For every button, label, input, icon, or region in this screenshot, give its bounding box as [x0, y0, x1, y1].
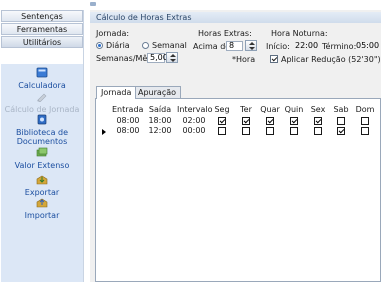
row2-quin-checkbox[interactable] — [290, 127, 298, 135]
semanas-mes-input[interactable]: 5,00 — [147, 53, 168, 63]
money-icon — [36, 147, 48, 157]
sidebar-item-valor-extenso[interactable]: Valor Extenso — [1, 147, 83, 170]
cell-intervalo[interactable]: 02:00 — [179, 116, 209, 126]
aplicar-reducao-checkbox[interactable] — [270, 55, 278, 63]
column-header-saida: Saída — [148, 105, 172, 114]
radio-semanal-label: Semanal — [152, 41, 187, 50]
export-icon — [36, 175, 48, 185]
tab-apuracao[interactable]: Apuração — [133, 86, 182, 98]
acima-de-input[interactable]: 8 — [226, 41, 243, 51]
sidebar: Sentenças Ferramentas Utilitários Calcul… — [1, 10, 84, 282]
acima-de-spinner[interactable] — [245, 40, 257, 51]
row1-seg-checkbox[interactable] — [218, 117, 226, 125]
calculator-icon — [36, 67, 48, 78]
sidebar-item-biblioteca[interactable]: Biblioteca de Documentos — [1, 114, 83, 146]
sidebar-item-exportar[interactable]: Exportar — [1, 174, 83, 197]
row2-seg-checkbox[interactable] — [218, 127, 226, 135]
sidebar-item-label: Exportar — [24, 188, 60, 197]
cell-entrada[interactable]: 08:00 — [114, 116, 142, 126]
semanas-mes-label: Semanas/Mês: — [96, 54, 155, 63]
termino-input[interactable]: 05:00 — [353, 41, 381, 51]
jornada-panel: Entrada Saída Intervalo Seg Ter Quar Qui… — [95, 98, 381, 282]
sidebar-item-label: Cálculo de Jornada — [4, 105, 80, 114]
pencil-icon — [37, 93, 47, 102]
semanas-mes-spinner[interactable] — [166, 52, 178, 63]
tab-jornada[interactable]: Jornada — [96, 86, 137, 99]
sidebar-item-label: Importar — [24, 211, 60, 220]
main-window: Cálculo de Horas Extras Jornada: Diária … — [90, 10, 381, 282]
cell-saida[interactable]: 12:00 — [147, 126, 173, 136]
row2-quar-checkbox[interactable] — [266, 127, 274, 135]
import-icon — [36, 198, 48, 208]
row1-sab-checkbox[interactable] — [337, 117, 345, 125]
row2-sex-checkbox[interactable] — [314, 127, 322, 135]
inicio-input[interactable]: 22:00 — [292, 41, 319, 51]
column-header-quar: Quar — [260, 105, 280, 114]
row2-ter-checkbox[interactable] — [242, 127, 250, 135]
sidebar-tab-utilitarios[interactable]: Utilitários — [1, 36, 83, 48]
current-row-indicator-icon — [102, 129, 106, 135]
column-header-intervalo: Intervalo — [177, 105, 213, 114]
row1-sex-checkbox[interactable] — [314, 117, 322, 125]
column-header-sab: Sab — [333, 105, 349, 114]
column-header-seg: Seg — [214, 105, 230, 114]
radio-diaria-label: Diária — [106, 41, 130, 50]
sidebar-tab-sentencas[interactable]: Sentenças — [1, 10, 83, 22]
sidebar-item-label: Biblioteca de Documentos — [15, 128, 69, 146]
horas-extras-label: Horas Extras: — [198, 29, 252, 38]
hora-noturna-label: Hora Noturna: — [271, 29, 328, 38]
hora-label: *Hora — [232, 55, 256, 64]
scroll-indicator — [90, 2, 96, 6]
utilities-panel: Calculadora Cálculo de Jornada Bibliotec… — [1, 64, 83, 282]
sidebar-item-label: Valor Extenso — [14, 161, 70, 170]
sidebar-item-label: Calculadora — [18, 81, 66, 90]
column-header-ter: Ter — [240, 105, 252, 114]
row1-ter-checkbox[interactable] — [242, 117, 250, 125]
row1-quar-checkbox[interactable] — [266, 117, 274, 125]
radio-diaria[interactable] — [96, 42, 103, 49]
top-strip — [0, 0, 381, 8]
termino-label: Término: — [322, 42, 357, 51]
column-header-quin: Quin — [284, 105, 304, 114]
sidebar-item-calculadora[interactable]: Calculadora — [1, 67, 83, 90]
radio-semanal[interactable] — [142, 42, 149, 49]
row1-dom-checkbox[interactable] — [361, 117, 369, 125]
cell-saida[interactable]: 18:00 — [147, 116, 173, 126]
row1-quin-checkbox[interactable] — [290, 117, 298, 125]
window-title: Cálculo de Horas Extras — [90, 12, 381, 23]
row2-dom-checkbox[interactable] — [361, 127, 369, 135]
aplicar-reducao-label: Aplicar Redução (52'30") — [281, 55, 381, 64]
inicio-label: Início: — [266, 42, 290, 51]
cell-entrada[interactable]: 08:00 — [114, 126, 142, 136]
sidebar-item-importar[interactable]: Importar — [1, 197, 83, 220]
column-header-dom: Dom — [355, 105, 375, 114]
sidebar-item-calculo-jornada[interactable]: Cálculo de Jornada — [1, 91, 83, 114]
cell-intervalo[interactable]: 00:00 — [179, 126, 209, 136]
column-header-sex: Sex — [310, 105, 326, 114]
sidebar-tab-ferramentas[interactable]: Ferramentas — [1, 23, 83, 35]
column-header-entrada: Entrada — [112, 105, 144, 114]
row2-sab-checkbox[interactable] — [337, 127, 345, 135]
book-icon — [37, 114, 47, 125]
jornada-label: Jornada: — [96, 29, 130, 38]
